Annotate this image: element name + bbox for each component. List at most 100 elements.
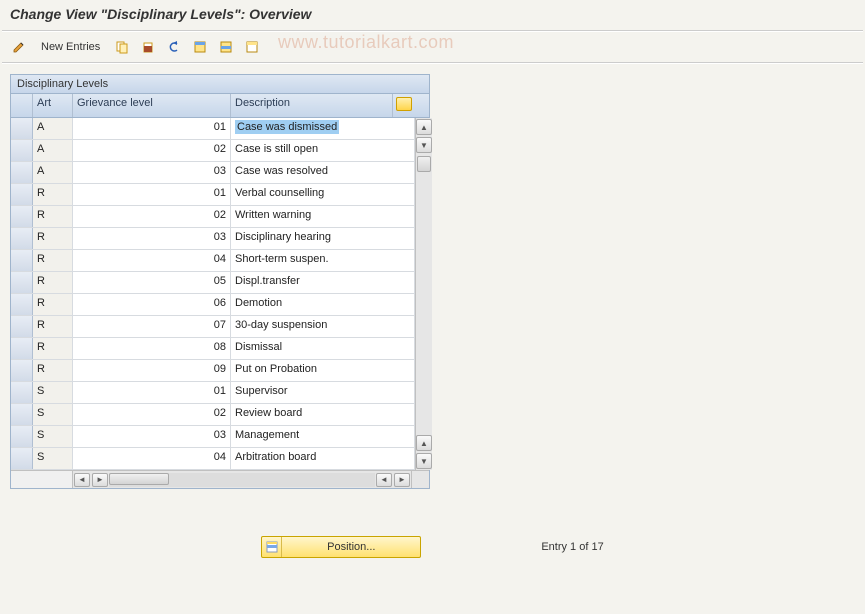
row-selector[interactable] (11, 360, 33, 381)
cell-grievance-level[interactable]: 02 (73, 140, 231, 161)
cell-grievance-level[interactable]: 01 (73, 118, 231, 139)
row-selector[interactable] (11, 272, 33, 293)
scroll-thumb[interactable] (417, 156, 431, 172)
scroll-right-button[interactable]: ► (394, 473, 410, 487)
row-selector[interactable] (11, 228, 33, 249)
cell-grievance-level[interactable]: 02 (73, 206, 231, 227)
header-grievance-level[interactable]: Grievance level (73, 94, 231, 117)
table-row[interactable]: R02Written warning (11, 206, 415, 228)
row-selector[interactable] (11, 118, 33, 139)
cell-description[interactable]: Demotion (231, 294, 415, 315)
cell-art[interactable]: A (33, 162, 73, 183)
undo-button[interactable] (163, 36, 185, 58)
row-selector[interactable] (11, 338, 33, 359)
deselect-all-button[interactable] (241, 36, 263, 58)
scroll-left-button[interactable]: ◄ (74, 473, 90, 487)
table-row[interactable]: A03Case was resolved (11, 162, 415, 184)
vertical-scrollbar[interactable]: ▲ ▼ ▲ ▼ (415, 118, 432, 470)
row-selector[interactable] (11, 140, 33, 161)
scroll-up-button[interactable]: ▲ (416, 119, 432, 135)
table-row[interactable]: R09Put on Probation (11, 360, 415, 382)
cell-description[interactable]: Written warning (231, 206, 415, 227)
cell-art[interactable]: R (33, 206, 73, 227)
delete-button[interactable] (137, 36, 159, 58)
header-configure-button[interactable] (393, 94, 415, 117)
cell-grievance-level[interactable]: 04 (73, 448, 231, 469)
cell-grievance-level[interactable]: 09 (73, 360, 231, 381)
row-selector[interactable] (11, 448, 33, 469)
cell-art[interactable]: R (33, 316, 73, 337)
cell-grievance-level[interactable]: 07 (73, 316, 231, 337)
cell-art[interactable]: S (33, 404, 73, 425)
cell-art[interactable]: S (33, 426, 73, 447)
cell-art[interactable]: A (33, 140, 73, 161)
cell-art[interactable]: R (33, 228, 73, 249)
cell-description[interactable]: Dismissal (231, 338, 415, 359)
table-row[interactable]: R01Verbal counselling (11, 184, 415, 206)
hscroll-thumb[interactable] (109, 473, 169, 485)
row-selector[interactable] (11, 206, 33, 227)
cell-art[interactable]: S (33, 382, 73, 403)
table-row[interactable]: A01Case was dismissed (11, 118, 415, 140)
select-all-button[interactable] (189, 36, 211, 58)
cell-art[interactable]: R (33, 250, 73, 271)
row-selector[interactable] (11, 316, 33, 337)
cell-description[interactable]: Short-term suspen. (231, 250, 415, 271)
cell-grievance-level[interactable]: 01 (73, 184, 231, 205)
cell-grievance-level[interactable]: 08 (73, 338, 231, 359)
row-selector[interactable] (11, 184, 33, 205)
cell-grievance-level[interactable]: 04 (73, 250, 231, 271)
cell-description[interactable]: Review board (231, 404, 415, 425)
copy-as-button[interactable] (111, 36, 133, 58)
cell-description[interactable]: Disciplinary hearing (231, 228, 415, 249)
cell-description[interactable]: Case was resolved (231, 162, 415, 183)
cell-grievance-level[interactable]: 02 (73, 404, 231, 425)
cell-description[interactable]: Case was dismissed (231, 118, 415, 139)
position-button[interactable]: Position... (261, 536, 421, 558)
select-block-button[interactable] (215, 36, 237, 58)
cell-description[interactable]: Verbal counselling (231, 184, 415, 205)
table-row[interactable]: A02Case is still open (11, 140, 415, 162)
cell-art[interactable]: R (33, 360, 73, 381)
cell-description[interactable]: Displ.transfer (231, 272, 415, 293)
row-selector[interactable] (11, 162, 33, 183)
header-description[interactable]: Description (231, 94, 393, 117)
cell-grievance-level[interactable]: 06 (73, 294, 231, 315)
table-row[interactable]: R08Dismissal (11, 338, 415, 360)
cell-art[interactable]: A (33, 118, 73, 139)
cell-art[interactable]: R (33, 294, 73, 315)
cell-description[interactable]: Case is still open (231, 140, 415, 161)
cell-description[interactable]: Management (231, 426, 415, 447)
cell-grievance-level[interactable]: 03 (73, 228, 231, 249)
row-selector[interactable] (11, 404, 33, 425)
header-select-all[interactable] (11, 94, 33, 117)
table-row[interactable]: S03Management (11, 426, 415, 448)
table-row[interactable]: R03Disciplinary hearing (11, 228, 415, 250)
cell-art[interactable]: R (33, 338, 73, 359)
table-row[interactable]: S02Review board (11, 404, 415, 426)
cell-grievance-level[interactable]: 01 (73, 382, 231, 403)
cell-art[interactable]: S (33, 448, 73, 469)
row-selector[interactable] (11, 382, 33, 403)
scroll-up-button-bottom[interactable]: ▲ (416, 435, 432, 451)
cell-art[interactable]: R (33, 184, 73, 205)
scroll-down-button-top[interactable]: ▼ (416, 137, 432, 153)
scroll-left-button-right[interactable]: ◄ (376, 473, 392, 487)
cell-grievance-level[interactable]: 05 (73, 272, 231, 293)
cell-description[interactable]: Supervisor (231, 382, 415, 403)
cell-description[interactable]: 30-day suspension (231, 316, 415, 337)
row-selector[interactable] (11, 426, 33, 447)
cell-description[interactable]: Put on Probation (231, 360, 415, 381)
toggle-edit-button[interactable] (8, 36, 30, 58)
table-row[interactable]: R05Displ.transfer (11, 272, 415, 294)
table-row[interactable]: S01Supervisor (11, 382, 415, 404)
table-row[interactable]: R06Demotion (11, 294, 415, 316)
table-row[interactable]: R0730-day suspension (11, 316, 415, 338)
table-row[interactable]: R04Short-term suspen. (11, 250, 415, 272)
row-selector[interactable] (11, 294, 33, 315)
cell-grievance-level[interactable]: 03 (73, 426, 231, 447)
scroll-down-button[interactable]: ▼ (416, 453, 432, 469)
cell-grievance-level[interactable]: 03 (73, 162, 231, 183)
new-entries-button[interactable]: New Entries (34, 36, 107, 58)
hscroll-track[interactable] (109, 473, 375, 487)
